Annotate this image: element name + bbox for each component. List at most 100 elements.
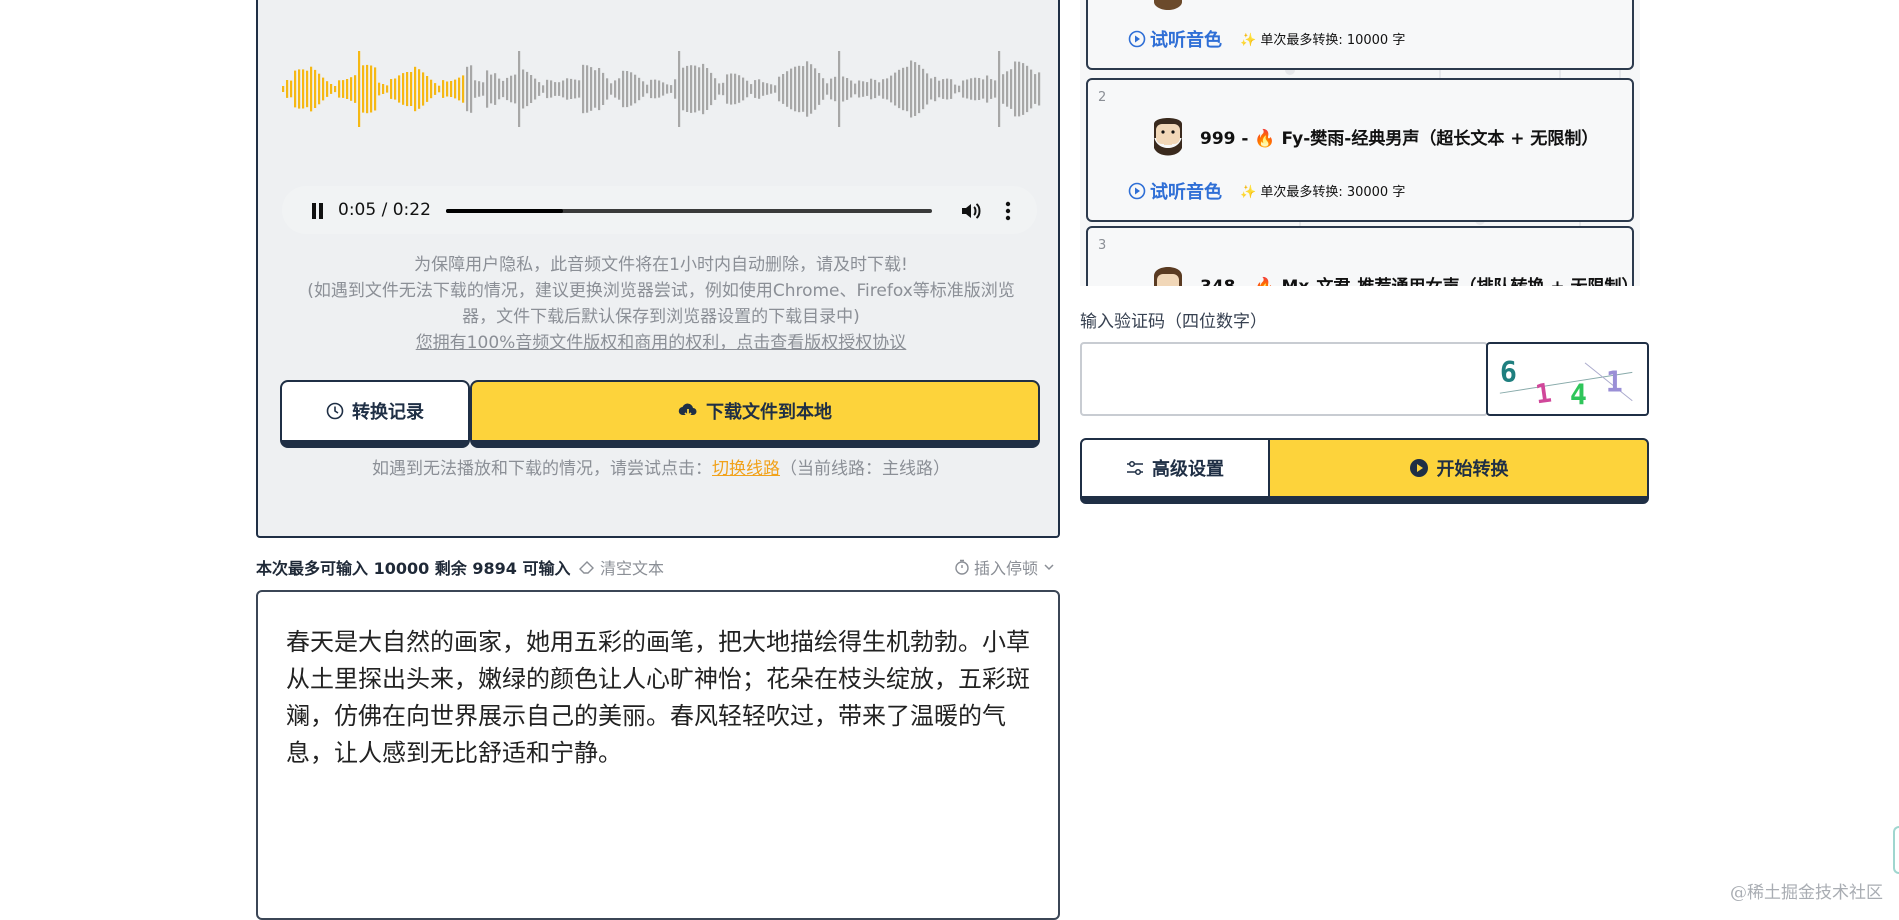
waveform-bar xyxy=(806,61,809,117)
waveform-bar xyxy=(422,72,425,106)
cloud-download-icon xyxy=(678,403,697,418)
route-prefix: 如遇到无法播放和下载的情况，请尝试点击： xyxy=(372,459,712,479)
captcha-image[interactable]: 6 1 4 1 xyxy=(1486,342,1649,416)
waveform-bar xyxy=(582,64,585,114)
waveform-bar xyxy=(350,77,353,101)
waveform-bar xyxy=(782,74,785,104)
waveform-bar xyxy=(970,78,973,100)
waveform-bar xyxy=(638,77,641,101)
voice-list[interactable]: 试听音色 ✨ 单次最多转换: 10000 字 2 999 - 🔥 Fy-樊雨-经… xyxy=(1080,0,1640,286)
waveform-bar xyxy=(354,75,357,103)
waveform-bar xyxy=(570,78,573,99)
listen-button[interactable]: 试听音色 xyxy=(1128,26,1222,52)
waveform-bar xyxy=(742,77,745,101)
privacy-line-2: (如遇到文件无法下载的情况，建议更换浏览器尝试，例如使用Chrome、Firef… xyxy=(307,281,1015,327)
waveform-bar xyxy=(710,72,713,106)
audio-waveform[interactable] xyxy=(282,44,1042,134)
waveform-bar xyxy=(986,75,989,103)
waveform-bar xyxy=(770,84,773,94)
license-link[interactable]: 您拥有100%音频文件版权和商用的权利，点击查看版权授权协议 xyxy=(298,330,1024,356)
waveform-bar xyxy=(726,74,729,104)
waveform-bar xyxy=(918,64,921,114)
waveform-bar xyxy=(626,71,629,108)
waveform-bar xyxy=(694,65,697,113)
waveform-bar xyxy=(334,86,337,93)
max-chars-value: 单次最多转换: 10000 字 xyxy=(1260,33,1406,48)
chevron-down-icon xyxy=(1044,564,1054,571)
waveform-bar xyxy=(426,76,429,102)
avatar xyxy=(1154,267,1182,286)
waveform-bar xyxy=(862,81,865,97)
input-toolbar: 本次最多可输入 10000 剩余 9894 可输入 清空文本 插入停顿 xyxy=(256,553,1060,579)
advanced-settings-label: 高级设置 xyxy=(1152,459,1224,480)
waveform-bar xyxy=(842,76,845,102)
more-vert-icon[interactable] xyxy=(1004,200,1012,222)
avatar xyxy=(1154,118,1182,156)
waveform-bar xyxy=(398,75,401,103)
waveform-bar xyxy=(562,80,565,98)
waveform-bar xyxy=(578,80,581,98)
waveform-bar xyxy=(542,85,545,93)
waveform-bar xyxy=(834,76,837,102)
download-button[interactable]: 下载文件到本地 xyxy=(470,380,1040,448)
waveform-bar xyxy=(790,68,793,110)
play-circle-icon xyxy=(1409,459,1428,477)
waveform-bar xyxy=(1030,69,1033,109)
waveform-bar xyxy=(346,79,349,99)
volume-icon[interactable] xyxy=(960,200,982,222)
waveform-bar xyxy=(858,80,861,98)
switch-route-link[interactable]: 切换线路 xyxy=(712,459,780,479)
waveform-bar xyxy=(330,84,333,94)
text-input[interactable]: 春天是大自然的画家，她用五彩的画笔，把大地描绘得生机勃勃。小草从土里探出头来，嫩… xyxy=(256,590,1060,920)
waveform-bar xyxy=(642,81,645,97)
waveform-bar xyxy=(662,82,665,96)
voice-card[interactable]: 试听音色 ✨ 单次最多转换: 10000 字 xyxy=(1086,0,1634,70)
waveform-bar xyxy=(434,83,437,95)
waveform-bar xyxy=(882,79,885,99)
waveform-bar xyxy=(778,76,781,102)
pause-icon[interactable] xyxy=(310,203,324,219)
waveform-bar xyxy=(414,66,417,112)
clear-text-button[interactable]: 清空文本 xyxy=(578,555,664,579)
waveform-bar xyxy=(670,85,673,93)
card-number: 3 xyxy=(1098,238,1107,253)
waveform-bar xyxy=(874,79,877,99)
waveform-bar xyxy=(818,73,821,105)
waveform-bar xyxy=(550,80,553,98)
waveform-bar xyxy=(362,65,365,113)
waveform-bar xyxy=(954,84,957,94)
waveform-bar xyxy=(382,84,385,94)
waveform-bar xyxy=(1010,69,1013,109)
waveform-bar xyxy=(302,69,305,109)
waveform-bar xyxy=(310,66,313,112)
voice-card[interactable]: 2 999 - 🔥 Fy-樊雨-经典男声（超长文本 + 无限制） 试听音色 ✨ … xyxy=(1086,78,1634,222)
waveform-bar xyxy=(1034,74,1037,104)
advanced-settings-button[interactable]: 高级设置 xyxy=(1080,438,1270,504)
waveform-bar xyxy=(326,81,329,97)
clear-text-label: 清空文本 xyxy=(600,559,665,578)
history-button[interactable]: 转换记录 xyxy=(280,380,470,448)
waveform-bar xyxy=(666,84,669,94)
waveform-bar xyxy=(374,67,377,111)
listen-button[interactable]: 试听音色 xyxy=(1128,178,1222,204)
card-number: 2 xyxy=(1098,90,1107,105)
waveform-bar xyxy=(690,65,693,113)
start-convert-button[interactable]: 开始转换 xyxy=(1268,438,1649,504)
insert-pause-dropdown[interactable]: 插入停顿 xyxy=(954,555,1056,579)
timer-icon xyxy=(955,559,969,575)
waveform-bar xyxy=(358,51,361,127)
captcha-label: 输入验证码（四位数字） xyxy=(1080,312,1267,332)
voice-card[interactable]: 3 348 - 🔥 Mx-文君-推荐通用女声（排队转换 + 无限制） xyxy=(1086,226,1639,286)
waveform-bar xyxy=(282,86,285,92)
play-circle-icon xyxy=(1128,30,1146,48)
waveform-bar xyxy=(554,82,557,96)
waveform-bar xyxy=(646,84,649,94)
waveform-bar xyxy=(826,83,829,95)
waveform-bar xyxy=(590,67,593,111)
input-limit-text: 本次最多可输入 10000 剩余 9894 可输入 xyxy=(256,559,571,578)
progress-track[interactable] xyxy=(446,209,932,213)
waveform-bar xyxy=(722,82,725,96)
insert-pause-label: 插入停顿 xyxy=(973,559,1038,578)
waveform-bar xyxy=(1038,72,1041,106)
captcha-input[interactable] xyxy=(1080,342,1488,416)
